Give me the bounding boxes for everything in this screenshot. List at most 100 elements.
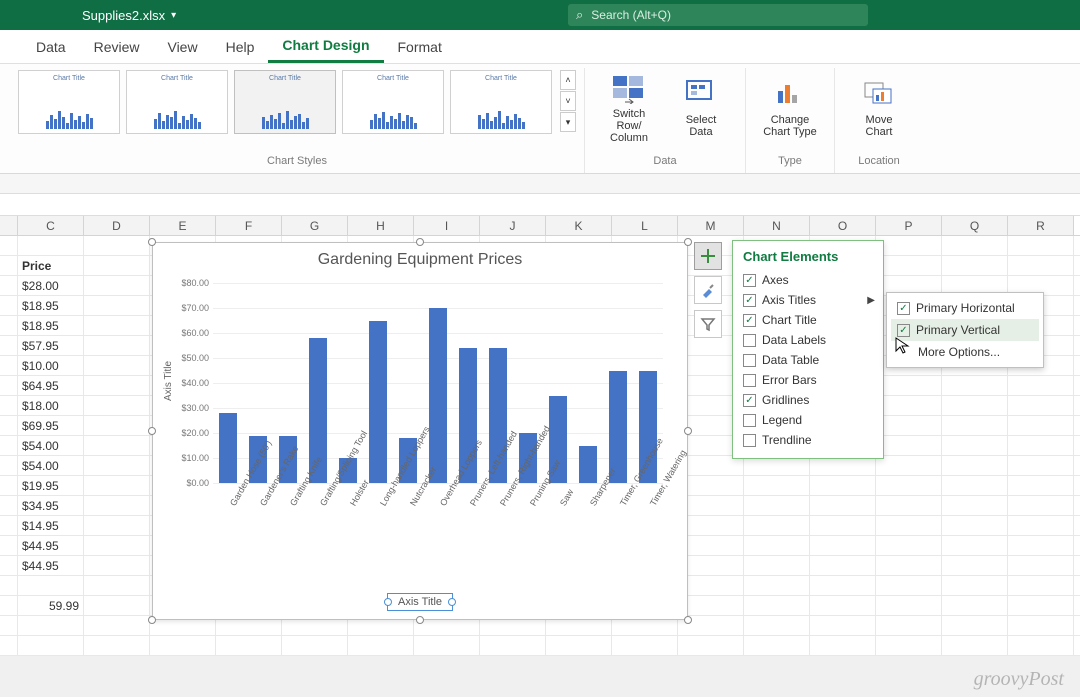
selection-handle[interactable] bbox=[684, 238, 692, 246]
cell[interactable]: $28.00 bbox=[18, 276, 84, 295]
tab-chart-design[interactable]: Chart Design bbox=[268, 30, 383, 63]
chart-style-thumb[interactable]: Chart Title bbox=[234, 70, 336, 134]
cell[interactable] bbox=[942, 256, 1008, 275]
chart-style-thumb[interactable]: Chart Title bbox=[126, 70, 228, 134]
cell[interactable] bbox=[678, 636, 744, 655]
checkbox-icon[interactable] bbox=[743, 314, 756, 327]
cell[interactable] bbox=[1008, 636, 1074, 655]
cell[interactable] bbox=[876, 436, 942, 455]
cell[interactable] bbox=[942, 436, 1008, 455]
submenu-item[interactable]: More Options... bbox=[891, 341, 1039, 363]
column-header[interactable]: F bbox=[216, 216, 282, 235]
cell[interactable] bbox=[810, 496, 876, 515]
checkbox-icon[interactable] bbox=[743, 274, 756, 287]
column-header[interactable]: Q bbox=[942, 216, 1008, 235]
cell[interactable] bbox=[1008, 416, 1074, 435]
chart-styles-scroll[interactable]: ˄ ˅ ▾ bbox=[560, 70, 576, 132]
cell[interactable] bbox=[84, 476, 150, 495]
tab-view[interactable]: View bbox=[153, 30, 211, 63]
cell[interactable] bbox=[348, 636, 414, 655]
move-chart-button[interactable]: Move Chart bbox=[843, 70, 915, 148]
cell[interactable] bbox=[84, 356, 150, 375]
cell[interactable] bbox=[0, 256, 18, 275]
cell[interactable] bbox=[744, 636, 810, 655]
cell[interactable] bbox=[1008, 616, 1074, 635]
column-header[interactable]: J bbox=[480, 216, 546, 235]
cell[interactable] bbox=[942, 456, 1008, 475]
cell[interactable] bbox=[18, 636, 84, 655]
cell[interactable] bbox=[0, 556, 18, 575]
cell[interactable]: $14.95 bbox=[18, 516, 84, 535]
cell[interactable] bbox=[810, 616, 876, 635]
cell[interactable] bbox=[942, 516, 1008, 535]
cell[interactable]: $18.00 bbox=[18, 396, 84, 415]
selection-handle[interactable] bbox=[148, 238, 156, 246]
checkbox-icon[interactable] bbox=[897, 324, 910, 337]
checkbox-icon[interactable] bbox=[743, 354, 756, 367]
cell[interactable]: $54.00 bbox=[18, 456, 84, 475]
bar[interactable] bbox=[609, 371, 627, 483]
cell[interactable] bbox=[810, 556, 876, 575]
cell[interactable] bbox=[876, 556, 942, 575]
cell[interactable] bbox=[1008, 516, 1074, 535]
select-data-button[interactable]: Select Data bbox=[665, 70, 737, 148]
checkbox-icon[interactable] bbox=[743, 374, 756, 387]
cell[interactable] bbox=[876, 376, 942, 395]
change-chart-type-button[interactable]: Change Chart Type bbox=[754, 70, 826, 148]
column-header[interactable]: P bbox=[876, 216, 942, 235]
cell[interactable] bbox=[216, 636, 282, 655]
scroll-up-icon[interactable]: ˄ bbox=[560, 70, 576, 90]
cell[interactable] bbox=[1008, 476, 1074, 495]
cell[interactable] bbox=[1008, 396, 1074, 415]
cell[interactable] bbox=[150, 636, 216, 655]
cell[interactable] bbox=[84, 536, 150, 555]
cell[interactable] bbox=[84, 616, 150, 635]
chart-element-item[interactable]: Trendline bbox=[743, 430, 873, 450]
cell[interactable]: $64.95 bbox=[18, 376, 84, 395]
cell[interactable] bbox=[1008, 496, 1074, 515]
column-header[interactable]: R bbox=[1008, 216, 1074, 235]
cell[interactable] bbox=[876, 416, 942, 435]
chart-element-item[interactable]: Axes bbox=[743, 270, 873, 290]
bar[interactable] bbox=[579, 446, 597, 483]
submenu-item[interactable]: Primary Horizontal bbox=[891, 297, 1039, 319]
cell[interactable] bbox=[942, 416, 1008, 435]
cell[interactable] bbox=[0, 536, 18, 555]
chart-element-item[interactable]: Gridlines bbox=[743, 390, 873, 410]
cell[interactable] bbox=[942, 616, 1008, 635]
column-header[interactable]: G bbox=[282, 216, 348, 235]
cell[interactable] bbox=[414, 636, 480, 655]
checkbox-icon[interactable] bbox=[743, 394, 756, 407]
tab-help[interactable]: Help bbox=[212, 30, 269, 63]
cell[interactable] bbox=[0, 276, 18, 295]
chart-style-thumb[interactable]: Chart Title bbox=[18, 70, 120, 134]
column-header[interactable]: N bbox=[744, 216, 810, 235]
cell[interactable] bbox=[282, 636, 348, 655]
cell[interactable] bbox=[744, 576, 810, 595]
chart-style-thumb[interactable]: Chart Title bbox=[342, 70, 444, 134]
cell[interactable] bbox=[876, 396, 942, 415]
cell[interactable] bbox=[744, 556, 810, 575]
cell[interactable]: $18.95 bbox=[18, 316, 84, 335]
chart-element-item[interactable]: Axis Titles▶ bbox=[743, 290, 873, 310]
cell[interactable] bbox=[0, 476, 18, 495]
column-header[interactable]: E bbox=[150, 216, 216, 235]
cell[interactable]: $44.95 bbox=[18, 556, 84, 575]
cell[interactable] bbox=[84, 336, 150, 355]
column-header[interactable]: M bbox=[678, 216, 744, 235]
cell[interactable] bbox=[0, 616, 18, 635]
column-header[interactable]: I bbox=[414, 216, 480, 235]
cell[interactable] bbox=[84, 296, 150, 315]
tab-data[interactable]: Data bbox=[22, 30, 80, 63]
cell[interactable] bbox=[612, 636, 678, 655]
tab-review[interactable]: Review bbox=[80, 30, 154, 63]
cell[interactable] bbox=[84, 316, 150, 335]
cell[interactable] bbox=[0, 316, 18, 335]
cell[interactable] bbox=[876, 516, 942, 535]
cell[interactable] bbox=[810, 636, 876, 655]
cell[interactable] bbox=[0, 336, 18, 355]
cell[interactable] bbox=[876, 496, 942, 515]
cell[interactable]: 59.99 bbox=[18, 596, 84, 615]
cell[interactable] bbox=[876, 636, 942, 655]
cell[interactable] bbox=[744, 496, 810, 515]
